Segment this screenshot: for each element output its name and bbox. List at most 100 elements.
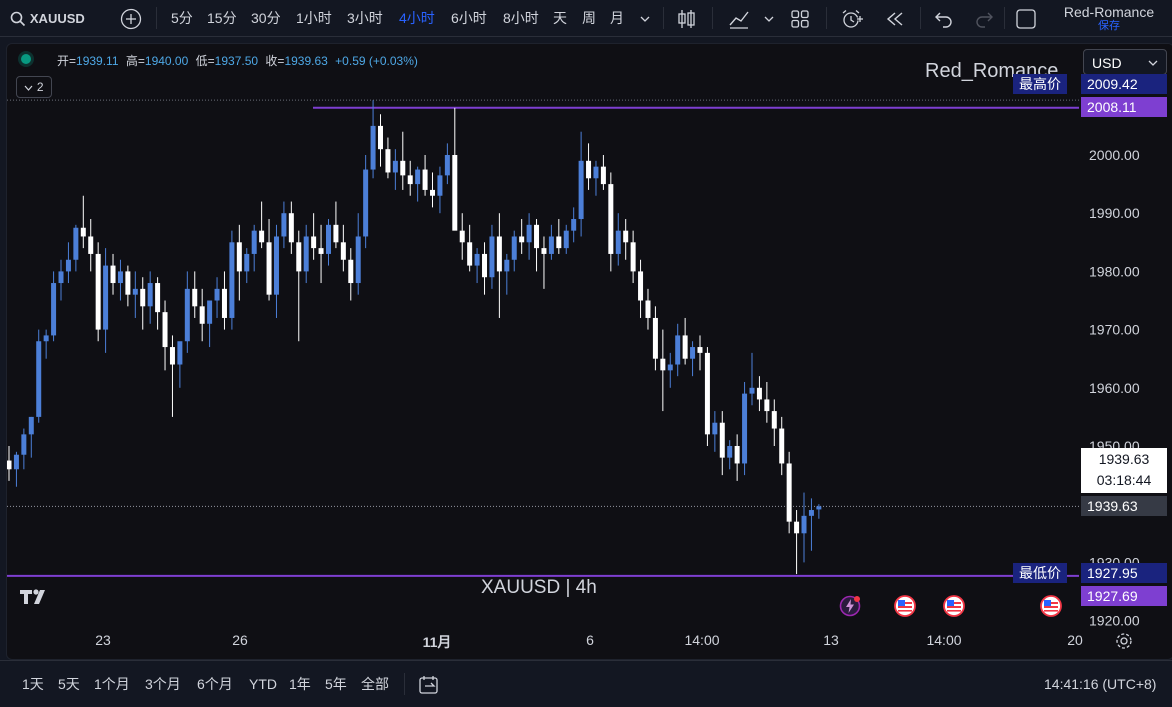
economic-event-icon[interactable]: [1040, 595, 1062, 622]
indicators-icon: [729, 11, 749, 29]
candle-body: [281, 213, 287, 237]
candle-body: [266, 242, 272, 295]
price-chart[interactable]: 2000.001990.001980.001970.001960.001950.…: [7, 44, 1172, 659]
candle-body: [378, 125, 383, 150]
symbol-search[interactable]: XAUUSD: [10, 0, 85, 36]
market-status-dot[interactable]: [21, 54, 31, 64]
candle-body: [311, 236, 317, 249]
interval-6[interactable]: 6小时: [451, 0, 487, 36]
timezone-clock[interactable]: 14:41:16 (UTC+8): [1044, 661, 1156, 707]
tv-logo-icon: [20, 589, 45, 604]
range-0[interactable]: 1天: [22, 661, 44, 707]
last-price: 1939.63: [1098, 451, 1150, 467]
interval-1[interactable]: 15分: [207, 0, 237, 36]
interval-9[interactable]: 周: [582, 0, 596, 36]
chart-pane[interactable]: 2000.00 1990.00 1980.00 1970.00 1960.00 1950.…: [6, 43, 1172, 660]
interval-5[interactable]: 4小时: [399, 0, 435, 36]
candle-body: [541, 248, 547, 254]
range-4[interactable]: 6个月: [197, 661, 233, 707]
chevron-down-icon: [764, 16, 774, 23]
undo-icon: [935, 12, 952, 28]
symbol-name: XAUUSD: [29, 11, 85, 26]
candle-body: [303, 236, 309, 272]
candle-body: [415, 169, 421, 185]
layout-button[interactable]: [790, 0, 810, 36]
line-top-price-label: 2008.11: [1081, 97, 1167, 117]
redo-button[interactable]: [974, 0, 994, 36]
interval-8[interactable]: 天: [553, 0, 567, 36]
candle-body: [221, 288, 227, 318]
candle-body: [467, 242, 473, 266]
candle-body: [7, 460, 12, 470]
layout-select-button[interactable]: [1015, 0, 1037, 36]
time-tick: 23: [95, 632, 111, 648]
candle-body: [318, 248, 324, 254]
candle-body: [608, 184, 614, 254]
calendar-goto-icon: [419, 676, 438, 694]
chart-type-button[interactable]: [677, 0, 697, 36]
dividend-event-icon[interactable]: [839, 595, 861, 617]
candle-body: [296, 242, 302, 272]
open-label: 开: [57, 54, 70, 68]
lowest-label: 最低价: [1013, 563, 1067, 583]
range-8[interactable]: 全部: [361, 661, 389, 707]
time-tick: 11月: [422, 634, 452, 650]
candle-body: [727, 446, 733, 458]
candle-body: [615, 230, 621, 254]
candle-body: [623, 230, 629, 243]
goto-date-button[interactable]: [418, 661, 440, 707]
candle-body: [110, 265, 116, 284]
range-3[interactable]: 3个月: [145, 661, 181, 707]
interval-dropdown-button[interactable]: [640, 0, 650, 36]
price-tick: 1970.00: [1089, 322, 1140, 338]
highest-label: 最高价: [1013, 74, 1067, 94]
interval-2[interactable]: 30分: [251, 0, 281, 36]
range-7[interactable]: 5年: [325, 661, 347, 707]
candle-body: [422, 169, 428, 190]
collapse-indicators-button[interactable]: 2: [16, 76, 52, 98]
highest-value: 2009.42: [1081, 74, 1167, 94]
candle-body: [13, 454, 19, 470]
save-layout-button[interactable]: Red-Romance 保存: [1054, 4, 1164, 32]
candle-body: [273, 236, 279, 295]
interval-7[interactable]: 8小时: [503, 0, 539, 36]
candles-icon: [678, 10, 695, 29]
interval-10[interactable]: 月: [610, 0, 624, 36]
candle-body: [660, 358, 666, 371]
candle-body: [244, 253, 250, 272]
candle-body: [519, 236, 525, 243]
candle-body: [712, 422, 718, 435]
indicators-button[interactable]: [728, 0, 750, 36]
candle-body: [571, 219, 577, 231]
interval-3[interactable]: 1小时: [296, 0, 332, 36]
add-symbol-button[interactable]: [120, 0, 142, 36]
candle-body: [251, 230, 257, 254]
interval-0[interactable]: 5分: [171, 0, 193, 36]
candle-body: [199, 306, 205, 324]
time-axis[interactable]: 23 26 11月 6 14:00 13 14:00 20: [7, 622, 1172, 659]
replay-button[interactable]: [884, 0, 906, 36]
undo-button[interactable]: [934, 0, 954, 36]
range-5[interactable]: YTD: [249, 661, 277, 707]
range-6[interactable]: 1年: [289, 661, 311, 707]
economic-event-icon[interactable]: [894, 595, 916, 622]
candle-body: [95, 253, 101, 330]
candle-body: [816, 506, 822, 510]
range-1[interactable]: 5天: [58, 661, 80, 707]
range-2[interactable]: 1个月: [94, 661, 130, 707]
chart-settings-button[interactable]: [1115, 632, 1133, 655]
tradingview-logo[interactable]: [19, 587, 53, 613]
close-value: 1939.63: [284, 54, 328, 68]
candle-body: [288, 213, 294, 243]
currency-select[interactable]: USD: [1083, 49, 1167, 75]
alert-button[interactable]: [840, 0, 864, 36]
economic-event-icon[interactable]: [943, 595, 965, 622]
low-value: 1937.50: [214, 54, 259, 68]
bar-countdown: 03:18:44: [1096, 472, 1152, 488]
candle-body: [749, 387, 755, 394]
candle-body: [593, 166, 599, 179]
indicators-dropdown-button[interactable]: [764, 0, 774, 36]
price-tick: 2000.00: [1089, 147, 1140, 163]
interval-4[interactable]: 3小时: [347, 0, 383, 36]
time-tick: 6: [586, 632, 594, 648]
